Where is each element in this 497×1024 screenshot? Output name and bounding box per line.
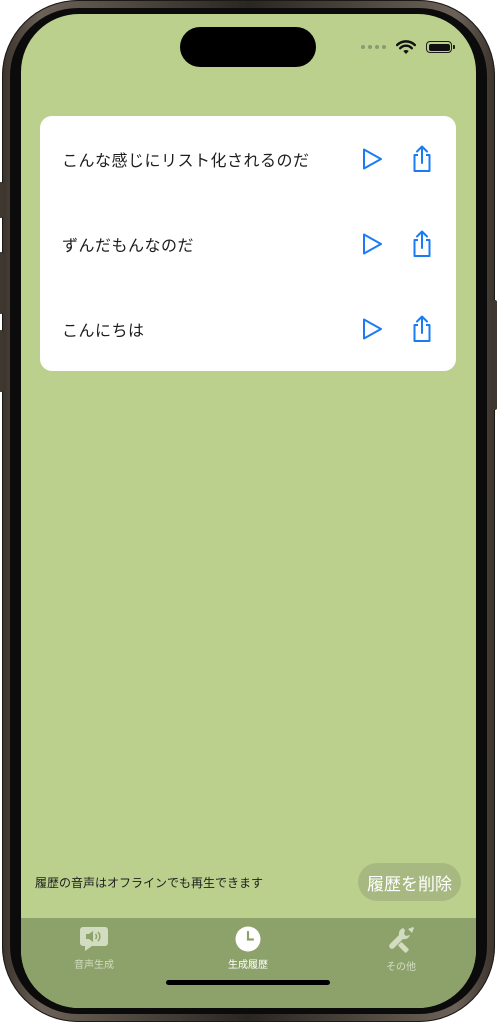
share-icon (413, 230, 431, 257)
tab-bar: 音声生成 生成履歴 その他 (21, 918, 476, 1008)
tab-label: 生成履歴 (228, 960, 268, 971)
share-button[interactable] (408, 228, 436, 260)
tab-voice-generation[interactable]: 音声生成 (34, 926, 154, 978)
history-list: こんな感じにリスト化されるのだ ずんだもんなのだ こんにちは (40, 116, 456, 371)
tab-label: 音声生成 (74, 960, 114, 971)
power-button (493, 300, 497, 410)
clock-icon (235, 926, 261, 952)
list-item[interactable]: ずんだもんなのだ (40, 201, 456, 286)
share-icon (413, 315, 431, 342)
delete-history-button[interactable]: 履歴を削除 (358, 863, 461, 901)
play-icon (363, 318, 382, 339)
history-item-text: ずんだもんなのだ (62, 235, 195, 255)
tab-label: その他 (386, 962, 416, 973)
signal-dots-icon (361, 45, 386, 49)
share-icon (413, 145, 431, 172)
play-button[interactable] (358, 230, 386, 258)
list-item[interactable]: こんな感じにリスト化されるのだ (40, 116, 456, 201)
play-button[interactable] (358, 315, 386, 343)
dynamic-island (180, 27, 316, 67)
history-item-text: こんにちは (62, 320, 145, 340)
wrench-tools-icon (389, 927, 414, 953)
play-icon (363, 233, 382, 254)
volume-down-button (0, 330, 3, 392)
list-item[interactable]: こんにちは (40, 286, 456, 371)
share-button[interactable] (408, 313, 436, 345)
history-item-text: こんな感じにリスト化されるのだ (62, 150, 310, 170)
tab-other[interactable]: その他 (341, 926, 461, 978)
share-button[interactable] (408, 143, 436, 175)
play-button[interactable] (358, 145, 386, 173)
action-button (0, 182, 3, 218)
volume-up-button (0, 252, 3, 314)
battery-icon (426, 41, 455, 53)
home-indicator[interactable] (166, 980, 330, 985)
offline-note: 履歴の音声はオフラインでも再生できます (35, 876, 264, 890)
play-icon (363, 148, 382, 169)
status-bar (361, 38, 455, 56)
tab-generation-history[interactable]: 生成履歴 (188, 926, 308, 978)
wifi-icon (396, 39, 416, 54)
speech-bubble-speaker-icon (80, 927, 108, 951)
app-screen: こんな感じにリスト化されるのだ ずんだもんなのだ こんにちは 履歴の音声はオフラ… (21, 14, 476, 1008)
